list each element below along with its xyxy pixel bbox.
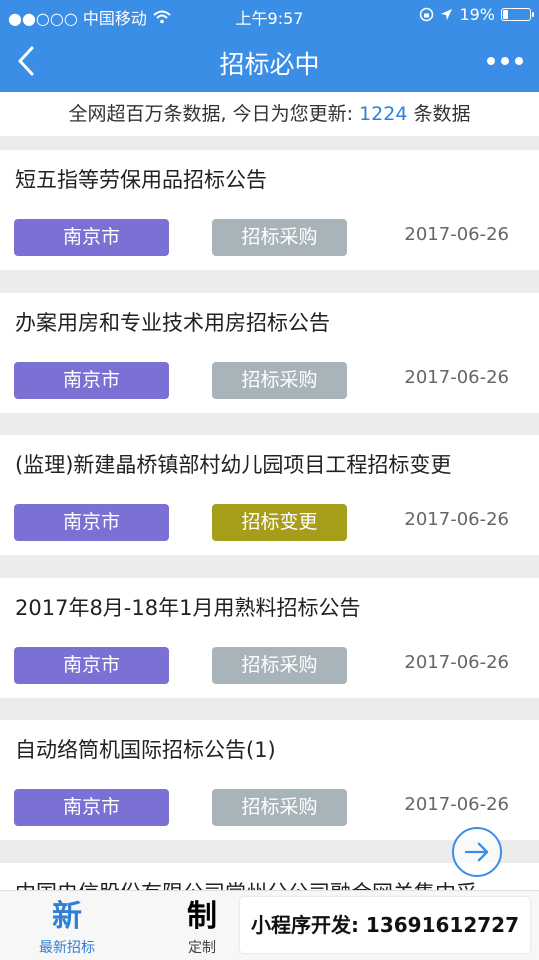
nav-bar: 招标必中 (0, 30, 539, 92)
type-tag: 招标变更 (212, 504, 347, 541)
item-title: 自动络筒机国际招标公告(1) (15, 738, 276, 762)
update-count: 1224 (359, 103, 408, 125)
city-tag: 南京市 (14, 219, 169, 256)
lock-rotation-icon (420, 7, 434, 22)
status-bar: ●●○○○ 中国移动 上午9:57 19% (0, 0, 539, 30)
city-tag: 南京市 (14, 789, 169, 826)
type-tag: 招标采购 (212, 789, 347, 826)
city-tag: 南京市 (14, 504, 169, 541)
item-date: 2017-06-26 (404, 224, 509, 245)
tab-label: 最新招标 (39, 940, 95, 956)
battery-icon (501, 8, 534, 21)
tab-glyph: 制 (187, 899, 217, 934)
item-title: (监理)新建晶桥镇部村幼儿园项目工程招标变更 (15, 453, 452, 477)
update-info-suffix: 条数据 (407, 103, 471, 125)
list-item[interactable]: 自动络筒机国际招标公告(1) 南京市 招标采购 2017-06-26 (0, 720, 539, 840)
item-date: 2017-06-26 (404, 794, 509, 815)
item-date: 2017-06-26 (404, 509, 509, 530)
type-tag: 招标采购 (212, 219, 347, 256)
type-tag: 招标采购 (212, 646, 347, 684)
battery-percent: 19% (459, 5, 495, 24)
update-info-bar: 全网超百万条数据, 今日为您更新: 1224 条数据 (0, 92, 539, 136)
item-date: 2017-06-26 (404, 651, 509, 673)
location-icon (441, 9, 453, 20)
list-item[interactable]: 短五指等劳保用品招标公告 南京市 招标采购 2017-06-26 (0, 150, 539, 270)
item-date: 2017-06-26 (404, 366, 509, 388)
status-right: 19% (419, 5, 534, 24)
battery-fill (503, 10, 508, 19)
item-title: 办案用房和专业技术用房招标公告 (15, 310, 330, 335)
tab-label: 定制 (188, 940, 216, 956)
item-title: 短五指等劳保用品招标公告 (15, 168, 267, 192)
watermark-overlay: 小程序开发: 13691612727 (240, 897, 530, 953)
arrow-right-circle-icon[interactable] (452, 827, 502, 877)
city-tag: 南京市 (14, 646, 169, 684)
list-item[interactable]: 办案用房和专业技术用房招标公告 南京市 招标采购 2017-06-26 (0, 292, 539, 413)
city-tag: 南京市 (14, 361, 169, 399)
tab-custom[interactable]: 制 定制 (162, 891, 242, 960)
tab-glyph: 新 (52, 899, 82, 934)
list-item[interactable]: 2017年8月-18年1月用熟料招标公告 南京市 招标采购 2017-06-26 (0, 577, 539, 698)
item-title: 2017年8月-18年1月用熟料招标公告 (15, 595, 361, 620)
type-tag: 招标采购 (212, 361, 347, 399)
list-item[interactable]: (监理)新建晶桥镇部村幼儿园项目工程招标变更 南京市 招标变更 2017-06-… (0, 435, 539, 555)
tender-list: 短五指等劳保用品招标公告 南京市 招标采购 2017-06-26 办案用房和专业… (0, 150, 539, 923)
more-icon[interactable] (485, 52, 525, 70)
update-info-prefix: 全网超百万条数据, 今日为您更新: (68, 103, 360, 125)
tab-latest-tenders[interactable]: 新 最新招标 (27, 891, 107, 960)
page-title: 招标必中 (219, 50, 320, 79)
